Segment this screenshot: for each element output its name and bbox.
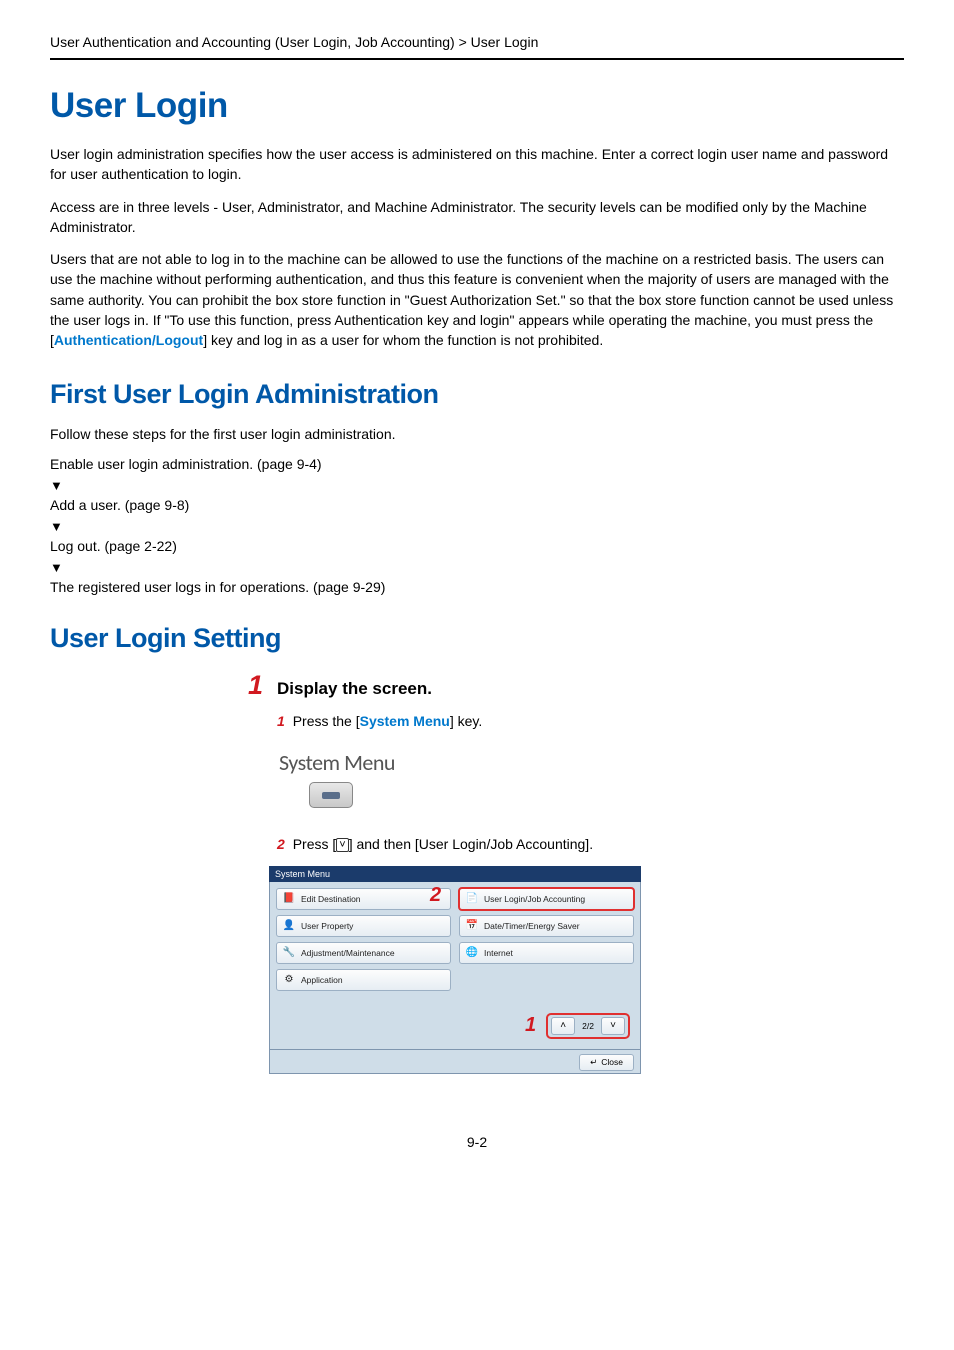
panel-titlebar: System Menu [269, 866, 641, 882]
panel-btn-label: Application [301, 975, 343, 985]
substep-2: 2 Press [˅] and then [User Login/Job Acc… [277, 836, 904, 852]
page-title: User Login [50, 86, 904, 126]
substep-2-text-b: ] and then [User Login/Job Accounting]. [349, 836, 593, 852]
intro-paragraph-1: User login administration specifies how … [50, 144, 904, 185]
callout-2: 2 [430, 884, 441, 907]
chevron-down-icon: ˅ [336, 838, 348, 852]
procedure-step-1: 1 Display the screen. [235, 670, 904, 701]
intro-paragraph-3: Users that are not able to log in to the… [50, 249, 904, 350]
step-add-user: Add a user. (page 9-8) [50, 497, 904, 513]
down-arrow-icon: ▼ [50, 560, 904, 575]
page-down-button[interactable]: ˅ [601, 1017, 625, 1035]
panel-btn-label: Adjustment/Maintenance [301, 948, 395, 958]
user-login-setting-heading: User Login Setting [50, 623, 904, 654]
step-logout: Log out. (page 2-22) [50, 538, 904, 554]
globe-icon: 🌐 [465, 946, 479, 960]
substep-2-text-a: Press [ [293, 836, 337, 852]
panel-btn-label: User Login/Job Accounting [484, 894, 585, 904]
calendar-icon: 📅 [465, 919, 479, 933]
panel-btn-adjustment-maintenance[interactable]: 🔧 Adjustment/Maintenance [276, 942, 451, 964]
panel-btn-internet[interactable]: 🌐 Internet [459, 942, 634, 964]
panel-btn-application[interactable]: ⚙ Application [276, 969, 451, 991]
substep-1-text-a: Press the [ [293, 713, 360, 729]
callout-1: 1 [525, 1014, 536, 1037]
pager-indicator: 2/2 [579, 1021, 597, 1031]
panel-btn-label: Edit Destination [301, 894, 361, 904]
down-arrow-icon: ▼ [50, 519, 904, 534]
panel-btn-label: User Property [301, 921, 353, 931]
breadcrumb: User Authentication and Accounting (User… [50, 30, 904, 60]
step-title-display-screen: Display the screen. [277, 679, 432, 699]
intro-paragraph-2: Access are in three levels - User, Admin… [50, 197, 904, 238]
system-menu-key-caption: System Menu [279, 749, 904, 776]
panel-btn-user-property[interactable]: 👤 User Property [276, 915, 451, 937]
substep-2-number: 2 [277, 836, 285, 852]
app-icon: ⚙ [282, 973, 296, 987]
down-arrow-icon: ▼ [50, 478, 904, 493]
page-number: 9-2 [50, 1134, 904, 1150]
address-book-icon: 📕 [282, 892, 296, 906]
substep-1-number: 1 [277, 713, 285, 729]
substep-1-text-b: ] key. [450, 713, 482, 729]
step-enable: Enable user login administration. (page … [50, 456, 904, 472]
user-lock-icon: 👤 [282, 919, 296, 933]
page-up-button[interactable]: ˄ [551, 1017, 575, 1035]
touch-panel-screenshot: System Menu 2 📕 Edit Destination 👤 User … [269, 866, 641, 1074]
system-menu-key-graphic: System Menu [279, 749, 904, 808]
chevron-up-icon: ˄ [560, 1020, 566, 1031]
panel-btn-label: Internet [484, 948, 513, 958]
auth-logout-key-label: Authentication/Logout [54, 332, 203, 348]
panel-btn-date-timer-energy-saver[interactable]: 📅 Date/Timer/Energy Saver [459, 915, 634, 937]
intro-paragraph-3b: ] key and log in as a user for whom the … [203, 332, 603, 348]
first-user-login-heading: First User Login Administration [50, 379, 904, 410]
pager-highlight-box: ˄ 2/2 ˅ [546, 1013, 630, 1039]
close-button-label: Close [601, 1057, 623, 1067]
step-number-1: 1 [235, 670, 263, 701]
wrench-icon: 🔧 [282, 946, 296, 960]
panel-btn-user-login-job-accounting[interactable]: 📄 User Login/Job Accounting [459, 888, 634, 910]
accounting-icon: 📄 [465, 892, 479, 906]
return-icon: ↵ [590, 1057, 597, 1068]
panel-btn-edit-destination[interactable]: 📕 Edit Destination [276, 888, 451, 910]
hardware-key-icon [309, 782, 353, 808]
substep-1: 1 Press the [System Menu] key. [277, 713, 904, 729]
step-login: The registered user logs in for operatio… [50, 579, 904, 595]
panel-btn-label: Date/Timer/Energy Saver [484, 921, 580, 931]
system-menu-key-label: System Menu [360, 713, 450, 729]
close-button[interactable]: ↵ Close [579, 1054, 634, 1071]
first-user-login-intro: Follow these steps for the first user lo… [50, 424, 904, 444]
chevron-down-icon: ˅ [610, 1020, 616, 1031]
